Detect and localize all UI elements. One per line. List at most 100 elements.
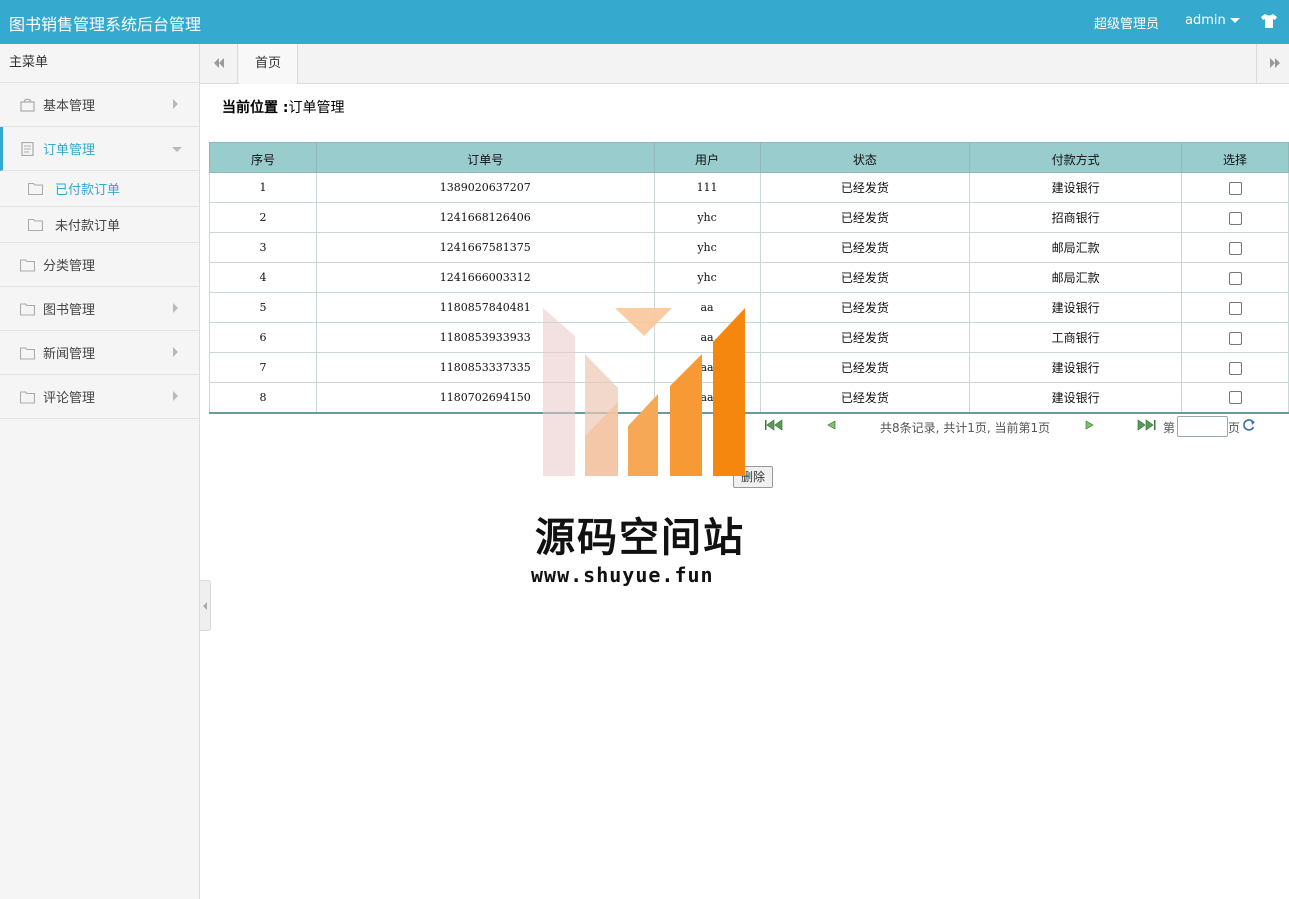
cell-index: 3: [209, 232, 317, 263]
folder-icon: [20, 390, 35, 404]
chevron-right-icon: [173, 347, 178, 357]
column-header-payment: 付款方式: [969, 142, 1183, 173]
cell-payment: 邮局汇款: [969, 232, 1183, 263]
cell-status: 已经发货: [759, 232, 971, 263]
cell-select: [1181, 232, 1289, 263]
folder-icon: [20, 346, 35, 360]
cell-user: 111: [653, 172, 761, 203]
chevron-right-icon: [173, 391, 178, 401]
cell-select: [1181, 202, 1289, 233]
row-checkbox[interactable]: [1228, 301, 1242, 315]
double-chevron-right-icon: [1270, 58, 1280, 68]
sidebar-item-category[interactable]: 分类管理: [0, 243, 199, 287]
column-header-user: 用户: [653, 142, 761, 173]
column-header-order-no: 订单号: [315, 142, 655, 173]
row-checkbox[interactable]: [1228, 241, 1242, 255]
folder-icon: [28, 218, 43, 231]
column-header-select: 选择: [1181, 142, 1289, 173]
cell-status: 已经发货: [759, 172, 971, 203]
shirt-icon[interactable]: [1260, 12, 1278, 30]
cell-user: yhc: [653, 262, 761, 293]
row-checkbox[interactable]: [1228, 331, 1242, 345]
breadcrumb: 当前位置 :订单管理: [222, 97, 344, 117]
cell-select: [1181, 382, 1289, 414]
cell-payment: 邮局汇款: [969, 262, 1183, 293]
cell-status: 已经发货: [759, 352, 971, 383]
table-row: 2 1241668126406 yhc 已经发货 招商银行: [209, 202, 1289, 233]
column-header-index: 序号: [209, 142, 317, 173]
cell-select: [1181, 172, 1289, 203]
cell-order-no: 1241668126406: [315, 202, 655, 233]
cell-status: 已经发货: [759, 262, 971, 293]
top-header: 图书销售管理系统后台管理 超级管理员 admin: [0, 0, 1289, 44]
column-header-status: 状态: [759, 142, 971, 173]
watermark-title: 源码空间站: [535, 515, 745, 561]
sidebar-item-label: 图书管理: [43, 303, 96, 318]
next-page-icon[interactable]: [1084, 419, 1104, 431]
sidebar-item-basic[interactable]: 基本管理: [0, 83, 199, 127]
cell-select: [1181, 262, 1289, 293]
watermark-logo: [543, 308, 745, 476]
bag-icon: [20, 98, 35, 112]
prev-page-icon[interactable]: [826, 419, 846, 431]
pager-summary: 共8条记录, 共计1页, 当前第1页: [880, 421, 1051, 435]
row-checkbox[interactable]: [1228, 361, 1242, 375]
first-page-icon[interactable]: [764, 419, 784, 431]
page-number-input[interactable]: [1177, 416, 1228, 437]
sidebar-subitem-label: 未付款订单: [55, 219, 121, 234]
refresh-icon[interactable]: [1241, 418, 1257, 432]
cell-payment: 建设银行: [969, 172, 1183, 203]
cell-status: 已经发货: [759, 322, 971, 353]
watermark-url: www.shuyue.fun: [531, 563, 714, 587]
sidebar: 主菜单 基本管理 订单管理 已付款订单 未付款订单 分类管理 图书管理 新闻管理…: [0, 44, 200, 899]
table-row: 3 1241667581375 yhc 已经发货 邮局汇款: [209, 232, 1289, 263]
folder-icon: [20, 258, 35, 272]
cell-user: yhc: [653, 232, 761, 263]
sidebar-item-news[interactable]: 新闻管理: [0, 331, 199, 375]
user-menu[interactable]: admin: [1185, 13, 1226, 28]
cell-select: [1181, 292, 1289, 323]
cell-payment: 建设银行: [969, 352, 1183, 383]
breadcrumb-current: 订单管理: [288, 100, 345, 116]
tab-scroll-left-button[interactable]: [200, 44, 238, 83]
chevron-right-icon: [173, 99, 178, 109]
tab-strip: 首页: [200, 44, 1289, 84]
sidebar-item-comments[interactable]: 评论管理: [0, 375, 199, 419]
sidebar-subitem-paid-orders[interactable]: 已付款订单: [0, 171, 199, 207]
folder-icon: [28, 182, 43, 195]
cell-status: 已经发货: [759, 292, 971, 323]
row-checkbox[interactable]: [1228, 211, 1242, 225]
table-row: 4 1241666003312 yhc 已经发货 邮局汇款: [209, 262, 1289, 293]
cell-select: [1181, 322, 1289, 353]
app-title: 图书销售管理系统后台管理: [9, 15, 202, 34]
cell-payment: 工商银行: [969, 322, 1183, 353]
sidebar-item-orders[interactable]: 订单管理: [0, 127, 199, 171]
row-checkbox[interactable]: [1228, 271, 1242, 285]
tab-home[interactable]: 首页: [239, 44, 298, 84]
cell-user: yhc: [653, 202, 761, 233]
cell-index: 7: [209, 352, 317, 383]
cell-status: 已经发货: [759, 202, 971, 233]
last-page-icon[interactable]: [1137, 419, 1157, 431]
sidebar-subitem-label: 已付款订单: [55, 183, 121, 198]
sidebar-collapse-toggle[interactable]: [200, 580, 211, 631]
cell-index: 1: [209, 172, 317, 203]
chevron-right-icon: [173, 303, 178, 313]
cell-payment: 建设银行: [969, 382, 1183, 414]
document-icon: [21, 141, 34, 156]
row-checkbox[interactable]: [1228, 391, 1242, 405]
chevron-down-icon[interactable]: [1230, 18, 1240, 23]
pager-page-suffix: 页: [1228, 421, 1241, 435]
cell-select: [1181, 352, 1289, 383]
sidebar-item-label: 基本管理: [43, 99, 96, 114]
cell-order-no: 1241667581375: [315, 232, 655, 263]
sidebar-item-label: 订单管理: [43, 143, 96, 158]
user-role-label: 超级管理员: [1094, 17, 1160, 32]
cell-index: 8: [209, 382, 317, 414]
tab-scroll-right-button[interactable]: [1256, 44, 1289, 83]
sidebar-subitem-unpaid-orders[interactable]: 未付款订单: [0, 207, 199, 243]
row-checkbox[interactable]: [1228, 181, 1242, 195]
sidebar-item-label: 新闻管理: [43, 347, 96, 362]
folder-icon: [20, 302, 35, 316]
sidebar-item-books[interactable]: 图书管理: [0, 287, 199, 331]
